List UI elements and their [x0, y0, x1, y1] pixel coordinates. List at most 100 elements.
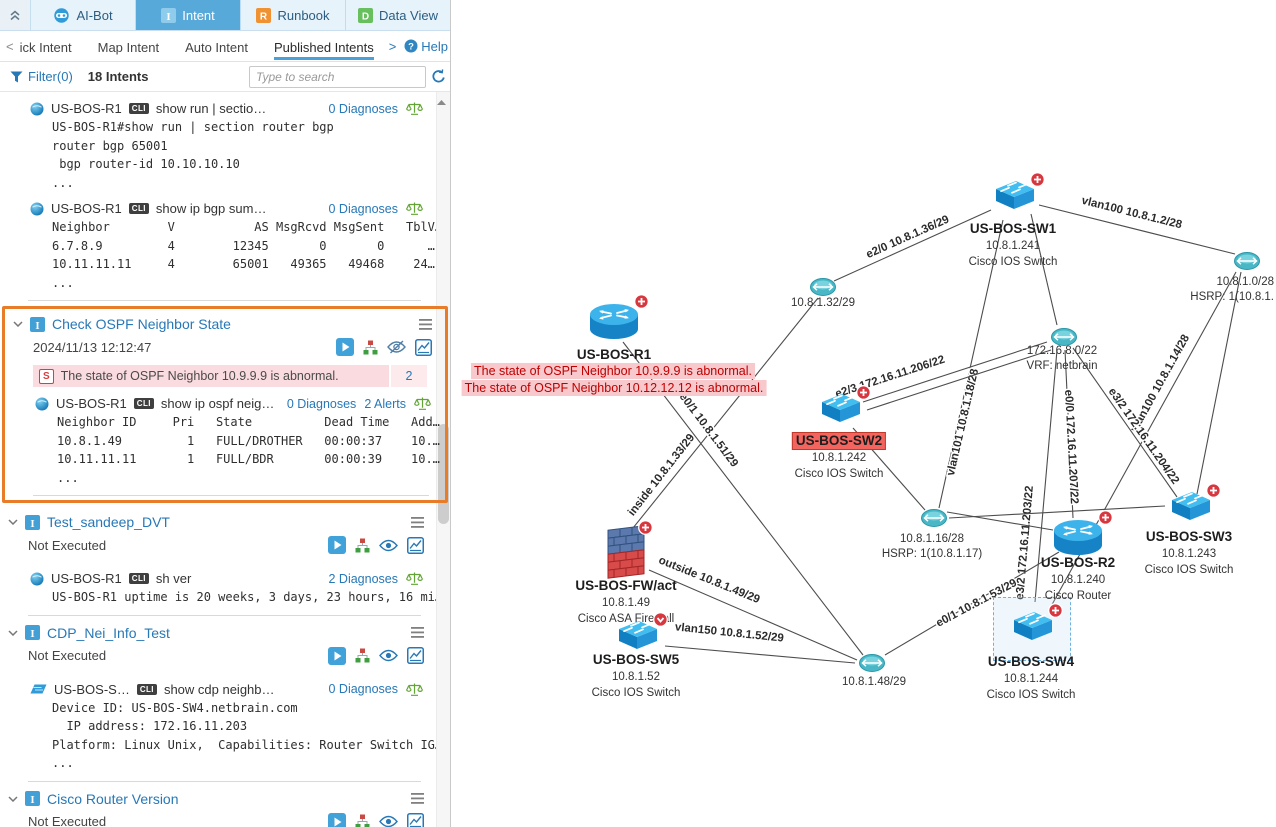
topology-link[interactable]: [1196, 271, 1242, 495]
map-media-node[interactable]: [809, 277, 837, 297]
sitemap-icon[interactable]: [355, 648, 370, 663]
chevron-down-icon[interactable]: [8, 795, 18, 802]
map-device-us-bos-r2[interactable]: [1051, 510, 1113, 559]
run-intent-button[interactable]: [328, 536, 346, 554]
cli-output: US-BOS-R1 uptime is 20 weeks, 3 days, 23…: [52, 590, 443, 604]
chevron-down-icon[interactable]: [8, 519, 18, 525]
scales-icon[interactable]: [406, 201, 423, 216]
link-interface-label: e2/0 10.8.1.36/29: [864, 214, 951, 261]
device-result-row[interactable]: US-BOS-R1 CLI show ip ospf neig… 0 Diagn…: [5, 393, 445, 413]
scrollbar-up-arrow[interactable]: [437, 96, 446, 109]
intent-title[interactable]: Check OSPF Neighbor State: [52, 316, 231, 332]
device-name: US-BOS-SW3: [1145, 529, 1233, 544]
map-device-us-bos-sw4[interactable]: [1007, 603, 1063, 646]
topology-link[interactable]: [664, 645, 856, 664]
map-device-us-bos-fw-act[interactable]: [607, 520, 653, 579]
chart-icon[interactable]: [407, 536, 424, 554]
device-result-row[interactable]: US-BOS-R1 CLI sh ver 2 Diagnoses: [0, 568, 437, 588]
scales-icon[interactable]: [406, 682, 423, 697]
alerts-link[interactable]: 2 Alerts: [364, 397, 406, 411]
tab-data-view[interactable]: D Data View: [346, 0, 450, 30]
scales-icon[interactable]: [406, 101, 423, 116]
scales-icon[interactable]: [406, 571, 423, 586]
diagnoses-link[interactable]: 0 Diagnoses: [329, 682, 399, 696]
map-device-us-bos-r1[interactable]: [587, 294, 649, 343]
topology-map[interactable]: vlan100 10.8.1.2/28 e2/0 10.8.1.36/29 insi…: [451, 0, 1276, 827]
chevron-down-icon[interactable]: [8, 629, 18, 636]
sitemap-icon[interactable]: [363, 340, 378, 355]
device-label-us-bos-sw4[interactable]: US-BOS-SW4 10.8.1.244 Cisco IOS Switch: [987, 653, 1076, 703]
filter-icon[interactable]: [10, 71, 23, 83]
chart-icon[interactable]: [407, 647, 424, 664]
map-device-us-bos-sw2[interactable]: [815, 385, 871, 428]
subtab-map-intent[interactable]: Map Intent: [98, 33, 159, 60]
scroll-left-arrow[interactable]: <: [4, 39, 16, 54]
sitemap-icon[interactable]: [355, 814, 370, 827]
menu-icon[interactable]: [411, 793, 424, 804]
intent-title[interactable]: Cisco Router Version: [47, 791, 179, 807]
device-result-row[interactable]: US-BOS-R1 CLI show run | sectio… 0 Diagn…: [0, 98, 437, 118]
svg-text:I: I: [35, 320, 39, 332]
app-window: AI-Bot I Intent R Runbook D Data View < ick…: [0, 0, 1276, 827]
eye-off-icon[interactable]: [387, 340, 406, 354]
subtab-published-intents[interactable]: Published Intents: [273, 33, 374, 60]
intent-title[interactable]: CDP_Nei_Info_Test: [47, 625, 170, 641]
topology-link[interactable]: [648, 569, 858, 661]
map-device-us-bos-sw1[interactable]: [989, 172, 1045, 215]
sitemap-icon[interactable]: [355, 538, 370, 553]
subtab-quick-intent[interactable]: ick Intent: [20, 33, 72, 60]
tab-runbook[interactable]: R Runbook: [241, 0, 346, 30]
device-label-us-bos-sw5[interactable]: US-BOS-SW5 10.8.1.52 Cisco IOS Switch: [592, 651, 681, 701]
device-label-us-bos-sw2[interactable]: US-BOS-SW2 10.8.1.242 Cisco IOS Switch: [791, 432, 887, 482]
eye-icon[interactable]: [379, 539, 398, 552]
menu-icon[interactable]: [411, 516, 424, 528]
collapse-panel-button[interactable]: [0, 0, 31, 30]
run-intent-button[interactable]: [328, 812, 346, 827]
main-tab-bar: AI-Bot I Intent R Runbook D Data View: [0, 0, 450, 31]
device-label-us-bos-r2[interactable]: US-BOS-R2 10.8.1.240 Cisco Router: [1041, 554, 1115, 604]
device-name: US-BOS-R1: [56, 396, 127, 411]
refresh-icon[interactable]: [431, 69, 446, 84]
run-intent-button[interactable]: [328, 646, 346, 665]
status-alert-row[interactable]: S The state of OSPF Neighbor 10.9.9.9 is…: [33, 365, 427, 387]
map-media-node[interactable]: [920, 508, 948, 528]
search-input[interactable]: [249, 65, 426, 88]
diagnoses-link[interactable]: 0 Diagnoses: [287, 397, 357, 411]
device-result-row[interactable]: US-BOS-S… CLI show cdp neighb… 0 Diagnos…: [0, 679, 437, 699]
diagnoses-link[interactable]: 0 Diagnoses: [329, 102, 399, 116]
help-button[interactable]: ? Help: [404, 39, 448, 54]
link-interface-label: vlan101 10.8.1.18/28: [945, 367, 981, 477]
topology-link[interactable]: [833, 209, 992, 282]
diagnoses-link[interactable]: 0 Diagnoses: [329, 202, 399, 216]
menu-icon[interactable]: [411, 627, 424, 638]
eye-icon[interactable]: [379, 649, 398, 662]
chart-icon[interactable]: [407, 813, 424, 827]
map-device-us-bos-sw3[interactable]: [1165, 483, 1221, 526]
chart-icon[interactable]: [415, 338, 432, 356]
device-label-us-bos-r1[interactable]: US-BOS-R1: [577, 346, 651, 364]
menu-icon[interactable]: [419, 318, 432, 330]
tab-ai-bot[interactable]: AI-Bot: [31, 0, 136, 30]
intent-title[interactable]: Test_sandeep_DVT: [47, 514, 170, 530]
filter-link[interactable]: Filter(0): [28, 69, 73, 84]
chevron-down-icon[interactable]: [13, 321, 23, 327]
topology-link[interactable]: [632, 297, 819, 529]
left-panel: AI-Bot I Intent R Runbook D Data View < ick…: [0, 0, 451, 827]
tab-intent[interactable]: I Intent: [136, 0, 241, 30]
diagnoses-link[interactable]: 2 Diagnoses: [329, 572, 399, 586]
eye-icon[interactable]: [379, 815, 398, 827]
subtab-auto-intent[interactable]: Auto Intent: [185, 33, 248, 60]
map-media-node[interactable]: [858, 653, 886, 673]
device-result-row[interactable]: US-BOS-R1 CLI show ip bgp sum… 0 Diagnos…: [0, 198, 437, 218]
map-device-us-bos-sw5[interactable]: [612, 612, 668, 655]
scroll-right-arrow[interactable]: >: [387, 39, 399, 54]
run-intent-button[interactable]: [336, 338, 354, 356]
map-media-node[interactable]: [1233, 251, 1261, 271]
device-label-us-bos-sw3[interactable]: US-BOS-SW3 10.8.1.243 Cisco IOS Switch: [1145, 528, 1234, 578]
device-label-us-bos-sw1[interactable]: US-BOS-SW1 10.8.1.241 Cisco IOS Switch: [969, 220, 1058, 270]
media-node-label: 10.8.1.0/28 HSRP: 1(10.8.1.: [1190, 276, 1274, 303]
scales-icon[interactable]: [414, 396, 431, 411]
alert-count[interactable]: 2: [389, 365, 427, 387]
media-node-label: 10.8.1.16/28 HSRP: 1(10.8.1.17): [881, 533, 983, 560]
plus-badge-icon: [856, 385, 871, 400]
